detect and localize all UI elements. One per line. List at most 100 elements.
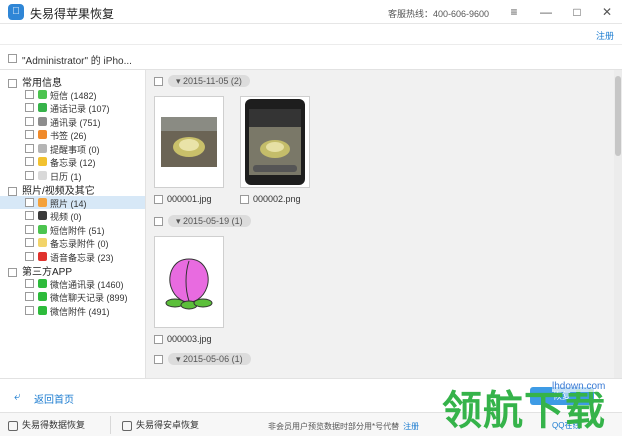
sidebar-item[interactable]: 备忘录附件 (0) (0, 236, 145, 250)
sidebar-item[interactable]: 视频 (0) (0, 209, 145, 223)
phone-icon (38, 103, 47, 112)
collapse-arrow-icon[interactable]: ▾ (176, 354, 183, 364)
notes-icon (38, 157, 47, 166)
sidebar-item-label: 照片 (14) (50, 198, 87, 209)
voice-memo-icon (38, 251, 47, 261)
notes-attachment-icon (38, 238, 47, 247)
date-checkbox[interactable] (154, 217, 163, 226)
file-checkbox[interactable] (154, 335, 163, 345)
calendar-icon (38, 170, 47, 180)
item-checkbox[interactable] (25, 197, 34, 207)
bookmark-icon (38, 130, 47, 139)
date-text: 2015-11-05 (2) (183, 76, 242, 86)
file-checkbox[interactable] (240, 195, 249, 205)
item-checkbox[interactable] (25, 89, 34, 99)
sidebar-item-label: 通讯录 (751) (50, 117, 101, 128)
date-label[interactable]: ▾ 2015-05-06 (1) (168, 353, 251, 365)
back-home-link[interactable]: 返回首页 (34, 391, 74, 406)
minimize-icon[interactable]: — (537, 3, 555, 21)
device-name: "Administrator" 的 iPho... (22, 56, 132, 67)
sidebar-item[interactable]: 书签 (26) (0, 128, 145, 142)
sidebar-group[interactable]: 常用信息 (8, 74, 62, 89)
sidebar-item[interactable]: 提醒事项 (0) (0, 142, 145, 156)
collapse-arrow-icon[interactable]: ▾ (176, 76, 183, 86)
contacts-icon (38, 116, 47, 126)
wechat-icon (38, 278, 47, 288)
sidebar-item[interactable]: 备忘录 (12) (0, 155, 145, 169)
sidebar-item-label: 备忘录附件 (0) (50, 239, 109, 249)
reminder-icon (38, 143, 47, 153)
register-link[interactable]: 注册 (596, 29, 614, 42)
sidebar-group[interactable]: 照片/视频及其它 (8, 182, 95, 197)
item-checkbox[interactable] (25, 143, 34, 153)
device-checkbox[interactable] (8, 54, 17, 63)
group-checkbox[interactable] (8, 267, 17, 277)
notice-register-link[interactable]: 注册 (403, 422, 419, 431)
item-checkbox[interactable] (25, 130, 34, 139)
android-recovery-button[interactable]: 失易得安卓恢复 (122, 418, 199, 432)
item-checkbox[interactable] (25, 170, 34, 180)
category-sidebar: 常用信息 短信 (1482) 通话记录 (107) 通讯录 (751) 书签 (26) 提… (0, 70, 146, 378)
coffee-cup-image (245, 99, 305, 185)
photo-thumbnail[interactable] (240, 96, 310, 188)
sidebar-item[interactable]: 微信通讯录 (1460) (0, 277, 145, 291)
apple-logo-icon:  (8, 4, 24, 20)
sidebar-item[interactable]: 微信聊天记录 (899) (0, 290, 145, 304)
file-name[interactable]: 000002.png (240, 194, 301, 206)
item-checkbox[interactable] (25, 251, 34, 261)
item-checkbox[interactable] (25, 211, 34, 220)
hotline-text: 客服热线：400-606-9600 (388, 9, 490, 19)
scrollbar-thumb[interactable] (615, 76, 621, 156)
sidebar-item-label: 日历 (1) (50, 171, 82, 182)
sidebar-item-label: 视频 (0) (50, 212, 82, 222)
item-checkbox[interactable] (25, 238, 34, 247)
item-checkbox[interactable] (25, 224, 34, 234)
item-checkbox[interactable] (25, 292, 34, 301)
sidebar-item[interactable]: 短信附件 (51) (0, 223, 145, 237)
item-checkbox[interactable] (25, 157, 34, 166)
sidebar-item[interactable]: 通话记录 (107) (0, 101, 145, 115)
sidebar-group[interactable]: 第三方APP (8, 263, 72, 278)
group-checkbox[interactable] (8, 186, 17, 196)
flower-image (165, 258, 213, 310)
sidebar-item[interactable]: 短信 (1482) (0, 88, 145, 102)
sidebar-item[interactable]: 日历 (1) (0, 169, 145, 183)
item-checkbox[interactable] (25, 278, 34, 288)
sidebar-item-label: 微信通讯录 (1460) (50, 279, 124, 290)
app-title: 失易得苹果恢复 (30, 7, 115, 21)
photo-thumbnail[interactable] (154, 96, 224, 188)
menu-icon[interactable]: ≡ (505, 3, 523, 21)
sidebar-item[interactable]: 照片 (14) (0, 195, 145, 209)
item-checkbox[interactable] (25, 103, 34, 112)
data-recovery-icon (8, 420, 18, 431)
data-recovery-label: 失易得数据恢复 (22, 420, 86, 430)
android-recovery-label: 失易得安卓恢复 (136, 420, 200, 430)
file-checkbox[interactable] (154, 195, 163, 205)
watermark-url: lhdown.com (552, 381, 606, 392)
member-notice: 非会员用户预览数据时部分用*号代替 注册 (268, 421, 419, 432)
file-name[interactable]: 000001.jpg (154, 194, 212, 206)
sidebar-item-label: 短信 (1482) (50, 90, 97, 101)
back-arrow-icon[interactable]: ⤶ (14, 389, 21, 404)
group-checkbox[interactable] (8, 78, 17, 88)
date-checkbox[interactable] (154, 77, 163, 86)
wechat-icon (38, 292, 47, 301)
maximize-icon[interactable]: □ (568, 3, 586, 21)
sidebar-item[interactable]: 通讯录 (751) (0, 115, 145, 129)
scrollbar[interactable] (614, 70, 622, 378)
sidebar-item[interactable]: 微信附件 (491) (0, 304, 145, 318)
photo-thumbnail[interactable] (154, 236, 224, 328)
date-label[interactable]: ▾ 2015-05-19 (1) (168, 215, 251, 227)
item-checkbox[interactable] (25, 305, 34, 315)
collapse-arrow-icon[interactable]: ▾ (176, 216, 183, 226)
file-name[interactable]: 000003.jpg (154, 334, 212, 346)
sms-icon (38, 89, 47, 99)
date-checkbox[interactable] (154, 355, 163, 364)
sidebar-item-label: 微信附件 (491) (50, 306, 110, 317)
sidebar-item-label: 微信聊天记录 (899) (50, 293, 128, 303)
close-icon[interactable]: ✕ (598, 3, 616, 21)
sidebar-item[interactable]: 语音备忘录 (23) (0, 250, 145, 264)
date-label[interactable]: ▾ 2015-11-05 (2) (168, 75, 250, 87)
data-recovery-button[interactable]: 失易得数据恢复 (8, 418, 85, 432)
item-checkbox[interactable] (25, 116, 34, 126)
